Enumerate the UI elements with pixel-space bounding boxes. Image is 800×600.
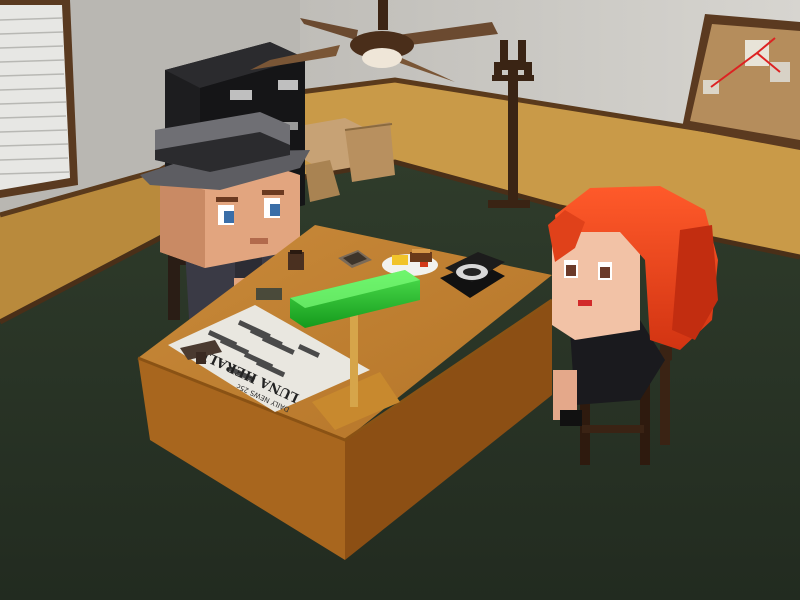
coffee-cup — [288, 250, 304, 270]
notebook — [256, 288, 282, 300]
voxel-office-illustration: LUNA HERALD DAILY NEWS 25c — [0, 0, 800, 600]
window-blinds — [0, 0, 78, 198]
detective-office-scene: LUNA HERALD DAILY NEWS 25c — [0, 0, 800, 600]
